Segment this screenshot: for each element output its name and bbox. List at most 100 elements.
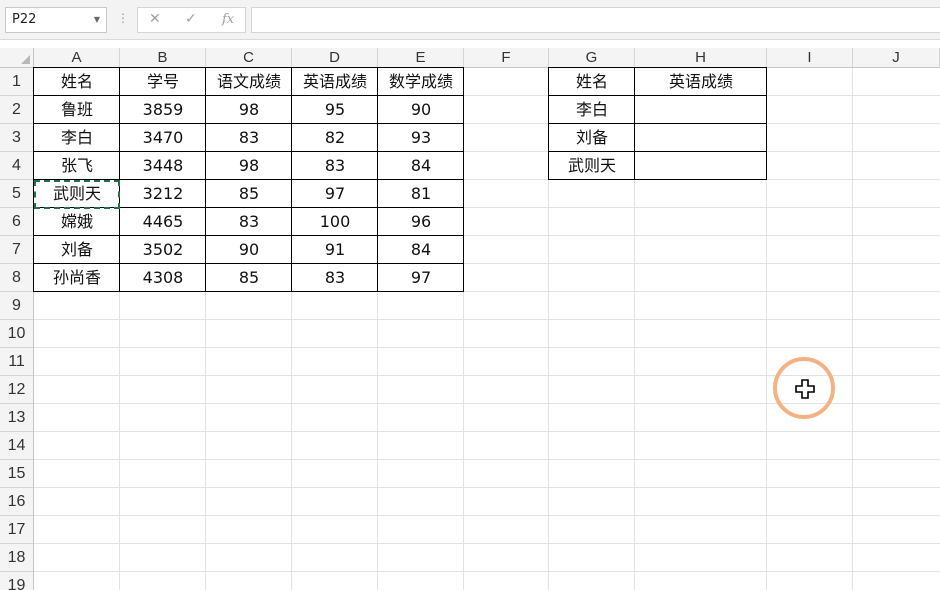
- gridline-horizontal: [34, 459, 940, 460]
- table-border: [33, 123, 464, 124]
- column-header-h[interactable]: H: [635, 48, 767, 68]
- row-header-19[interactable]: 19: [0, 572, 34, 590]
- table1-cell[interactable]: 张飞: [34, 152, 120, 180]
- table1-cell[interactable]: 83: [292, 152, 378, 180]
- row-header-4[interactable]: 4: [0, 152, 34, 180]
- table-border: [766, 67, 767, 180]
- select-all-button[interactable]: [0, 48, 34, 68]
- table2-cell[interactable]: [635, 152, 767, 180]
- table1-cell[interactable]: 85: [206, 264, 292, 292]
- table1-cell[interactable]: 李白: [34, 124, 120, 152]
- table-border: [33, 95, 464, 96]
- cancel-icon[interactable]: ✕: [149, 11, 161, 27]
- table2-header-cell[interactable]: 英语成绩: [635, 68, 767, 96]
- table1-cell[interactable]: 97: [378, 264, 464, 292]
- column-header-d[interactable]: D: [292, 48, 378, 68]
- table1-cell[interactable]: 96: [378, 208, 464, 236]
- row-header-10[interactable]: 10: [0, 320, 34, 348]
- column-header-f[interactable]: F: [464, 48, 549, 68]
- row-header-3[interactable]: 3: [0, 124, 34, 152]
- table1-cell[interactable]: 83: [292, 264, 378, 292]
- table1-cell[interactable]: 85: [206, 180, 292, 208]
- formula-input[interactable]: [251, 7, 940, 33]
- table1-cell[interactable]: 90: [206, 236, 292, 264]
- name-box[interactable]: P22 ▼: [5, 7, 107, 33]
- row-header-15[interactable]: 15: [0, 460, 34, 488]
- table2-cell[interactable]: 李白: [549, 96, 635, 124]
- table2-cell[interactable]: 武则天: [549, 152, 635, 180]
- row-header-9[interactable]: 9: [0, 292, 34, 320]
- table1-header-cell[interactable]: 学号: [120, 68, 206, 96]
- formula-buttons: ✕ ✓ fx: [137, 7, 246, 33]
- table-border: [548, 151, 767, 152]
- row-header-16[interactable]: 16: [0, 488, 34, 516]
- table1-cell[interactable]: 3448: [120, 152, 206, 180]
- more-options-icon[interactable]: ⋮: [117, 11, 129, 25]
- table1-cell[interactable]: 100: [292, 208, 378, 236]
- table-border: [463, 67, 464, 292]
- table2-cell[interactable]: 刘备: [549, 124, 635, 152]
- table1-cell[interactable]: 91: [292, 236, 378, 264]
- table2-cell[interactable]: [635, 124, 767, 152]
- table1-cell[interactable]: 3470: [120, 124, 206, 152]
- table1-cell[interactable]: 3212: [120, 180, 206, 208]
- row-header-5[interactable]: 5: [0, 180, 34, 208]
- table1-header-cell[interactable]: 语文成绩: [206, 68, 292, 96]
- enter-icon[interactable]: ✓: [185, 11, 197, 27]
- table1-cell[interactable]: 98: [206, 152, 292, 180]
- table1-cell[interactable]: 95: [292, 96, 378, 124]
- table1-cell[interactable]: 90: [378, 96, 464, 124]
- table1-cell[interactable]: 4308: [120, 264, 206, 292]
- row-header-12[interactable]: 12: [0, 376, 34, 404]
- table1-cell[interactable]: 3859: [120, 96, 206, 124]
- gridline-horizontal: [34, 571, 940, 572]
- row-header-2[interactable]: 2: [0, 96, 34, 124]
- table1-cell[interactable]: 鲁班: [34, 96, 120, 124]
- table1-cell[interactable]: 81: [378, 180, 464, 208]
- row-header-18[interactable]: 18: [0, 544, 34, 572]
- row-header-14[interactable]: 14: [0, 432, 34, 460]
- table1-cell[interactable]: 刘备: [34, 236, 120, 264]
- copy-marquee: [34, 180, 120, 209]
- table1-header-cell[interactable]: 姓名: [34, 68, 120, 96]
- table1-cell[interactable]: 98: [206, 96, 292, 124]
- table1-cell[interactable]: 84: [378, 152, 464, 180]
- row-header-11[interactable]: 11: [0, 348, 34, 376]
- table1-header-cell[interactable]: 英语成绩: [292, 68, 378, 96]
- table1-cell[interactable]: 83: [206, 124, 292, 152]
- table-border: [205, 67, 206, 292]
- table1-cell[interactable]: 83: [206, 208, 292, 236]
- column-header-e[interactable]: E: [378, 48, 464, 68]
- table1-header-cell[interactable]: 数学成绩: [378, 68, 464, 96]
- table-border: [291, 67, 292, 292]
- table-border: [33, 263, 464, 264]
- table1-cell[interactable]: 3502: [120, 236, 206, 264]
- table1-cell[interactable]: 93: [378, 124, 464, 152]
- column-header-i[interactable]: I: [767, 48, 853, 68]
- row-header-1[interactable]: 1: [0, 68, 34, 96]
- column-header-g[interactable]: G: [549, 48, 635, 68]
- row-header-7[interactable]: 7: [0, 236, 34, 264]
- row-header-13[interactable]: 13: [0, 404, 34, 432]
- column-header-c[interactable]: C: [206, 48, 292, 68]
- formula-bar: P22 ▼ ⋮ ✕ ✓ fx: [0, 0, 940, 40]
- table1-cell[interactable]: 孙尚香: [34, 264, 120, 292]
- table1-cell[interactable]: 嫦娥: [34, 208, 120, 236]
- insert-function-icon[interactable]: fx: [222, 12, 234, 27]
- table2-header-cell[interactable]: 姓名: [549, 68, 635, 96]
- table1-cell[interactable]: 84: [378, 236, 464, 264]
- row-header-8[interactable]: 8: [0, 264, 34, 292]
- table1-cell[interactable]: 4465: [120, 208, 206, 236]
- row-header-17[interactable]: 17: [0, 516, 34, 544]
- table-border: [548, 123, 767, 124]
- table1-cell[interactable]: 82: [292, 124, 378, 152]
- table1-cell[interactable]: 97: [292, 180, 378, 208]
- column-header-a[interactable]: A: [34, 48, 120, 68]
- chevron-down-icon[interactable]: ▼: [94, 8, 100, 32]
- table2-cell[interactable]: [635, 96, 767, 124]
- table-border: [634, 67, 635, 180]
- column-header-b[interactable]: B: [120, 48, 206, 68]
- row-header-6[interactable]: 6: [0, 208, 34, 236]
- gridline-horizontal: [34, 487, 940, 488]
- column-header-j[interactable]: J: [853, 48, 940, 68]
